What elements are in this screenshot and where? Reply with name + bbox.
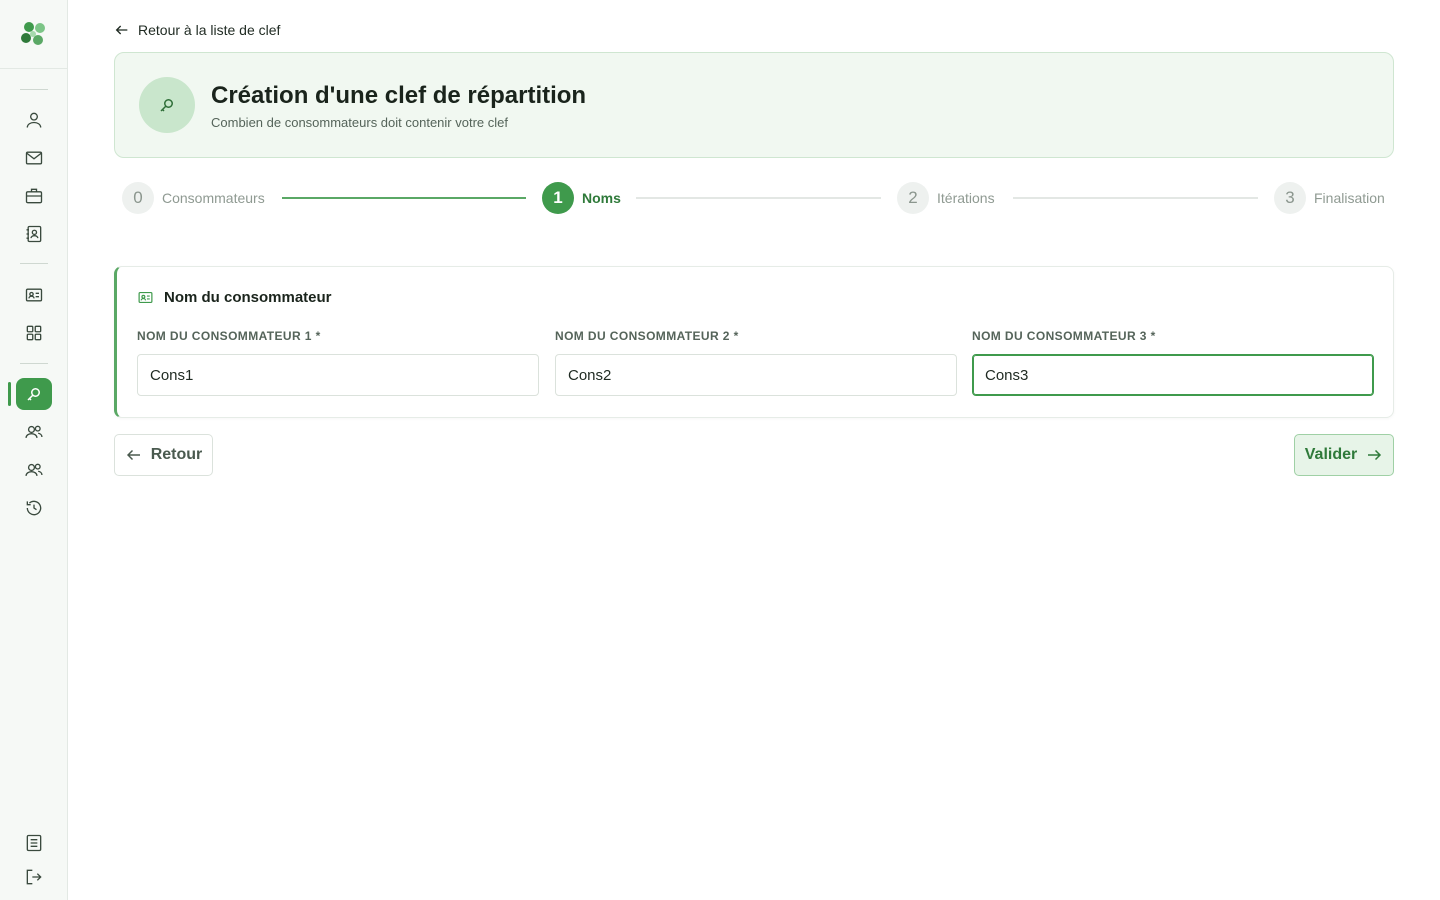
sidebar-divider bbox=[20, 263, 48, 264]
page-header: Création d'une clef de répartition Combi… bbox=[114, 52, 1394, 158]
id-card-icon bbox=[138, 291, 153, 304]
group-icon[interactable] bbox=[22, 458, 46, 482]
key-icon[interactable] bbox=[16, 378, 52, 410]
sidebar-header-divider bbox=[0, 68, 68, 69]
back-to-list-link[interactable]: Retour à la liste de clef bbox=[114, 20, 280, 40]
consumer-name-field-2: NOM DU CONSOMMATEUR 2 * bbox=[555, 329, 957, 396]
field-label: NOM DU CONSOMMATEUR 1 * bbox=[137, 329, 321, 343]
consumer-name-input-1[interactable] bbox=[137, 354, 539, 396]
stepper: 0 Consommateurs 1 Noms 2 Itérations 3 Fi… bbox=[122, 182, 1388, 216]
arrow-left-icon bbox=[115, 25, 128, 35]
step-number: 1 bbox=[542, 182, 574, 214]
step-consommateurs[interactable]: 0 Consommateurs bbox=[122, 182, 265, 214]
form-title: Nom du consommateur bbox=[164, 289, 332, 306]
document-icon[interactable] bbox=[22, 831, 46, 855]
step-connector bbox=[1013, 197, 1258, 199]
active-indicator bbox=[8, 382, 11, 406]
consumer-name-input-3[interactable] bbox=[972, 354, 1374, 396]
grid-icon[interactable] bbox=[22, 321, 46, 345]
back-button[interactable]: Retour bbox=[114, 434, 213, 476]
consumer-name-field-1: NOM DU CONSOMMATEUR 1 * bbox=[137, 329, 539, 396]
sidebar-divider bbox=[20, 89, 48, 90]
arrow-right-icon bbox=[1368, 449, 1382, 461]
main-content: Retour à la liste de clef Création d'une… bbox=[68, 0, 1440, 900]
consumer-name-input-2[interactable] bbox=[555, 354, 957, 396]
history-icon[interactable] bbox=[22, 496, 46, 520]
sidebar-divider bbox=[20, 363, 48, 364]
mail-icon[interactable] bbox=[22, 146, 46, 170]
arrow-left-icon bbox=[126, 449, 140, 461]
step-connector bbox=[282, 197, 526, 199]
field-label: NOM DU CONSOMMATEUR 3 * bbox=[972, 329, 1156, 343]
step-finalisation[interactable]: 3 Finalisation bbox=[1274, 182, 1385, 214]
step-label: Finalisation bbox=[1314, 190, 1385, 206]
step-label: Itérations bbox=[937, 190, 995, 206]
field-label: NOM DU CONSOMMATEUR 2 * bbox=[555, 329, 739, 343]
logout-icon[interactable] bbox=[22, 865, 46, 889]
step-number: 3 bbox=[1274, 182, 1306, 214]
step-connector bbox=[636, 197, 881, 199]
consumer-name-field-3: NOM DU CONSOMMATEUR 3 * bbox=[972, 329, 1374, 396]
step-number: 0 bbox=[122, 182, 154, 214]
key-icon bbox=[139, 77, 195, 133]
page-subtitle: Combien de consommateurs doit contenir v… bbox=[211, 115, 508, 130]
step-label: Noms bbox=[582, 190, 621, 206]
user-icon[interactable] bbox=[22, 108, 46, 132]
step-iterations[interactable]: 2 Itérations bbox=[897, 182, 995, 214]
id-card-icon[interactable] bbox=[22, 283, 46, 307]
validate-button[interactable]: Valider bbox=[1294, 434, 1394, 476]
step-label: Consommateurs bbox=[162, 190, 265, 206]
step-number: 2 bbox=[897, 182, 929, 214]
app-logo-icon[interactable] bbox=[18, 18, 50, 50]
users-icon[interactable] bbox=[22, 420, 46, 444]
validate-button-label: Valider bbox=[1304, 446, 1358, 463]
page-title: Création d'une clef de répartition bbox=[211, 82, 587, 109]
step-noms[interactable]: 1 Noms bbox=[542, 182, 621, 214]
form-header: Nom du consommateur bbox=[137, 289, 332, 306]
consumer-names-card: Nom du consommateur NOM DU CONSOMMATEUR … bbox=[114, 266, 1394, 418]
contact-book-icon[interactable] bbox=[22, 222, 46, 246]
sidebar bbox=[0, 0, 68, 900]
back-link-label: Retour à la liste de clef bbox=[138, 22, 281, 38]
back-button-label: Retour bbox=[150, 446, 203, 463]
briefcase-icon[interactable] bbox=[22, 184, 46, 208]
